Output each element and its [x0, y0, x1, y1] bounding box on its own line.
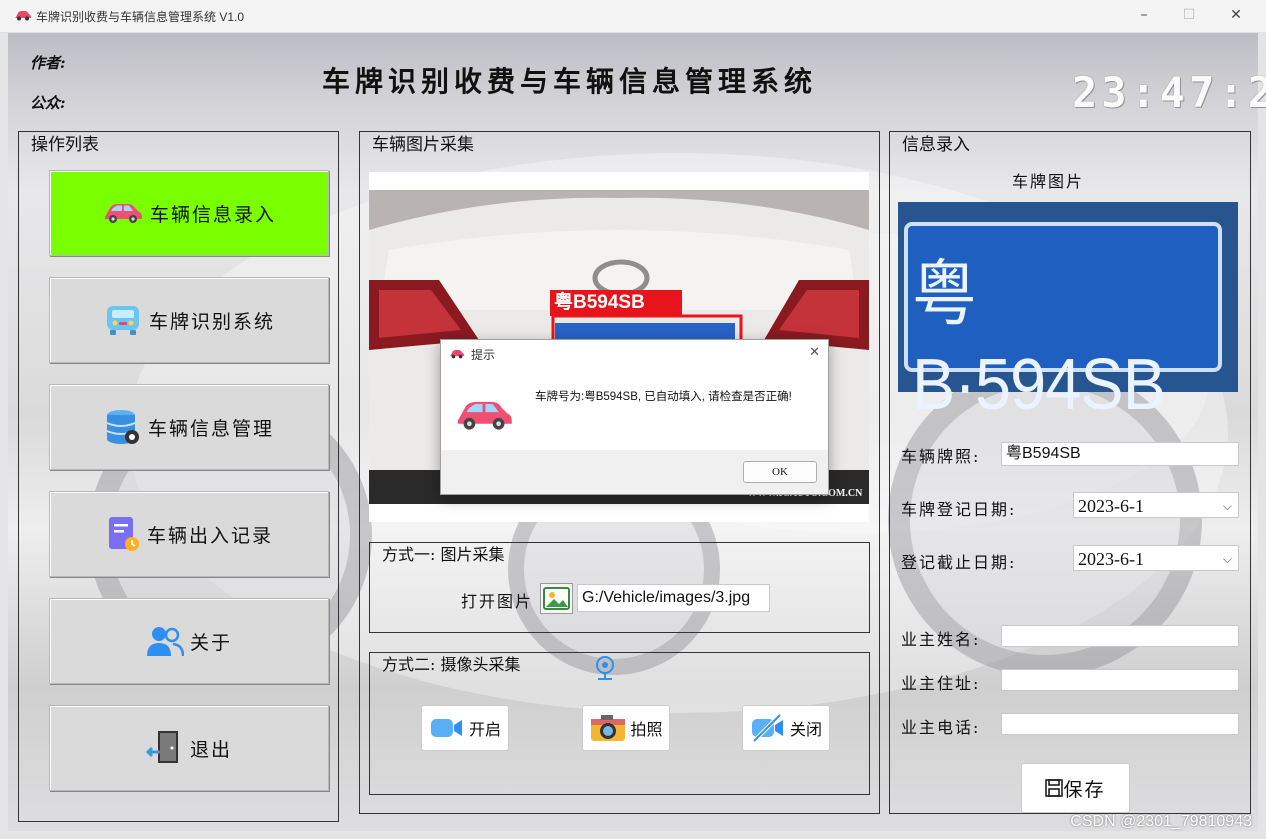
dialog-body: 车牌号为:粤B594SB, 已自动填入, 请检查是否正确! — [441, 368, 828, 450]
plate-number-label: 车辆牌照: — [901, 447, 981, 466]
app-title: 车牌识别收费与车辆信息管理系统 — [322, 65, 818, 98]
expiry-date-select[interactable]: 2023-6-1 ⌵ — [1073, 545, 1239, 571]
camera-open-label: 开启 — [468, 720, 501, 739]
camera-icon — [591, 715, 626, 741]
take-photo-button[interactable]: 拍照 — [582, 705, 670, 751]
dialog-car-image-icon — [457, 401, 512, 430]
image-path-field[interactable]: G:/Vehicle/images/3.jpg — [577, 584, 770, 612]
bus-icon — [106, 306, 139, 335]
registration-date-value: 2023-6-1 — [1078, 496, 1144, 516]
menu-vehicle-management-button[interactable]: 车辆信息管理 — [49, 384, 329, 470]
image-capture-method-group: 方式一: 图片采集 打开图片 G:/Vehicle/images/3.jpg — [369, 542, 870, 633]
public-account-label: 公众: — [30, 94, 66, 112]
info-entry-group: 信息录入 车牌图片 粤B·594SB 车辆牌照: 粤B594SB 车牌登记日期:… — [889, 131, 1251, 814]
app-car-icon — [15, 11, 31, 21]
webcam-icon — [596, 656, 614, 680]
clock-display: 23:47:27 — [1072, 68, 1266, 117]
info-dialog: 提示 ✕ 车牌号为:粤B594SB, 已自动填入, 请检查是否正确! OK — [440, 339, 829, 495]
dialog-car-icon — [449, 349, 465, 359]
camera-close-button[interactable]: 关闭 — [742, 705, 830, 751]
camera-close-label: 关闭 — [789, 720, 822, 739]
window-title: 车牌识别收费与车辆信息管理系统 V1.0 — [36, 10, 245, 24]
database-icon — [106, 410, 139, 444]
car-icon — [104, 204, 142, 223]
owner-address-label: 业主住址: — [901, 674, 981, 693]
info-entry-title: 信息录入 — [902, 135, 970, 155]
owner-phone-label: 业主电话: — [901, 718, 981, 737]
minimize-button[interactable]: – — [1134, 6, 1154, 24]
operation-list-title: 操作列表 — [31, 135, 99, 155]
menu-about-button[interactable]: 关于 — [49, 598, 329, 684]
record-icon — [108, 517, 139, 551]
image-icon — [543, 587, 570, 610]
take-photo-label: 拍照 — [630, 720, 663, 739]
users-icon — [146, 627, 184, 657]
dialog-message: 车牌号为:粤B594SB, 已自动填入, 请检查是否正确! — [535, 391, 792, 403]
author-label: 作者: — [30, 54, 66, 72]
dialog-ok-button[interactable]: OK — [743, 461, 817, 483]
plate-image-text: 粤B·594SB — [912, 255, 1166, 425]
menu-exit-button[interactable]: 退出 — [49, 705, 329, 791]
save-icon — [1045, 779, 1064, 797]
menu-label: 退出 — [189, 738, 232, 761]
owner-address-field[interactable] — [1001, 669, 1239, 691]
owner-name-field[interactable] — [1001, 625, 1239, 647]
plate-image-label: 车牌图片 — [1012, 172, 1085, 191]
plate-image: 粤B·594SB — [898, 202, 1238, 425]
video-off-icon — [751, 713, 783, 743]
close-window-button[interactable]: ✕ — [1226, 6, 1246, 24]
owner-phone-field[interactable] — [1001, 713, 1239, 735]
dialog-close-button[interactable]: ✕ — [809, 345, 820, 360]
dialog-titlebar: 提示 ✕ — [441, 340, 828, 368]
expiry-date-value: 2023-6-1 — [1078, 549, 1144, 569]
menu-label: 车牌识别系统 — [148, 310, 275, 333]
menu-label: 车辆出入记录 — [146, 524, 273, 547]
exit-icon — [145, 731, 178, 763]
watermark-text: CSDN @2301_79810943 — [1070, 813, 1252, 830]
registration-date-select[interactable]: 2023-6-1 ⌵ — [1073, 492, 1239, 518]
plate-number-field[interactable]: 粤B594SB — [1001, 442, 1239, 466]
expiry-date-label: 登记截止日期: — [901, 553, 1017, 572]
menu-plate-recognition-button[interactable]: 车牌识别系统 — [49, 277, 329, 363]
owner-name-label: 业主姓名: — [901, 630, 981, 649]
open-image-button[interactable] — [540, 583, 573, 614]
save-button[interactable]: 保存 — [1021, 763, 1130, 813]
chevron-down-icon: ⌵ — [1222, 552, 1232, 566]
camera-capture-method-group: 方式二: 摄像头采集 开启 拍照 关闭 — [369, 652, 870, 795]
menu-label: 车辆信息管理 — [147, 417, 274, 440]
open-image-label: 打开图片 — [461, 592, 534, 611]
registration-date-label: 车牌登记日期: — [901, 500, 1017, 519]
dialog-title: 提示 — [471, 348, 496, 362]
operation-list-group: 操作列表 车辆信息录入 车牌识别系统 车辆信息管理 车辆出入记录 关于 退出 — [18, 131, 339, 822]
maximize-button[interactable]: ☐ — [1179, 6, 1199, 24]
menu-access-records-button[interactable]: 车辆出入记录 — [49, 491, 329, 577]
window-titlebar: 车牌识别收费与车辆信息管理系统 V1.0 – ☐ ✕ — [0, 0, 1266, 33]
menu-label: 关于 — [189, 631, 232, 654]
chevron-down-icon: ⌵ — [1222, 499, 1232, 513]
vehicle-image-capture-title: 车辆图片采集 — [372, 135, 474, 155]
camera-open-button[interactable]: 开启 — [421, 705, 509, 751]
menu-label: 车辆信息录入 — [149, 203, 276, 226]
menu-vehicle-entry-button[interactable]: 车辆信息录入 — [49, 170, 329, 256]
camera-capture-method-title: 方式二: 摄像头采集 — [382, 655, 521, 674]
image-capture-method-title: 方式一: 图片采集 — [382, 545, 505, 564]
detected-plate-tag: 粤B594SB — [550, 290, 682, 316]
video-camera-icon — [430, 719, 462, 737]
save-label: 保存 — [1063, 778, 1106, 801]
